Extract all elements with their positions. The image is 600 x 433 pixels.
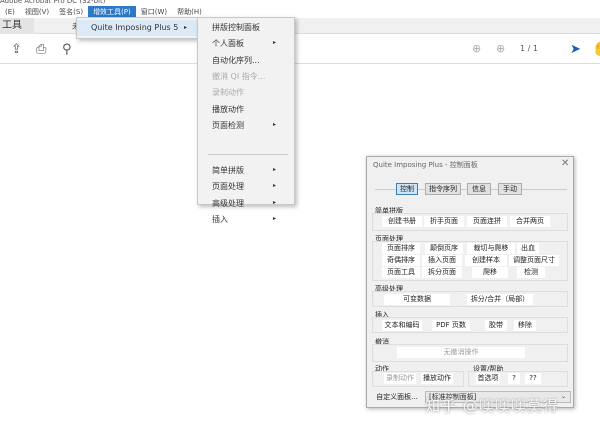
chevron-right-icon: ▸ xyxy=(272,120,276,128)
page-process-button[interactable]: 页面工具 xyxy=(382,267,420,278)
undo-button[interactable]: 无撤消操作 xyxy=(397,347,525,358)
control-panel-dialog: Quite Imposing Plus - 控制面板 ✕ 控制 指令序列 信息 … xyxy=(366,156,574,408)
tape-button[interactable]: 胶带 xyxy=(485,320,507,331)
page-process-button[interactable]: 创建样本 xyxy=(465,255,507,266)
submenu-item[interactable]: 拼版控制面板 xyxy=(212,22,290,33)
fold-pages-button[interactable]: 折手页面 xyxy=(424,216,464,227)
custom-panel-button[interactable]: 自定义面板... xyxy=(373,392,421,403)
submenu-item[interactable]: 播放动作 xyxy=(212,104,290,115)
page-process-button[interactable]: 页面排序 xyxy=(382,243,420,254)
quite-imposing-submenu: 拼版控制面板 个人面板 ▸ 自动化序列... 撤消 QI 指令... 录制动作播放动作页面… xyxy=(197,17,295,224)
chevron-right-icon: ▸ xyxy=(272,214,276,222)
chevron-right-icon: ▸ xyxy=(272,39,276,47)
merge-pages-button[interactable]: 合并两页 xyxy=(510,216,550,227)
variable-data-button[interactable]: 可变数据 xyxy=(384,294,450,305)
submenu-item-label: 播放动作 xyxy=(212,104,244,114)
page-indicator[interactable]: 1 / 1 xyxy=(520,44,538,53)
submenu-item[interactable]: 个人面板 ▸ xyxy=(212,38,290,49)
page-process-button[interactable]: 奇偶排序 xyxy=(382,255,420,266)
preferences-button[interactable]: 首选项 xyxy=(476,373,500,384)
submenu-item[interactable]: 高级处理 ▸ xyxy=(212,198,290,209)
page-process-button[interactable]: 检测 xyxy=(517,267,545,278)
remove-button[interactable]: 移除 xyxy=(514,320,536,331)
page-process-button[interactable]: 拆分页面 xyxy=(422,267,462,278)
submenu-item-label: 自动化序列... xyxy=(212,55,260,65)
submenu-item[interactable]: 页面处理 ▸ xyxy=(212,181,290,192)
tab-control[interactable]: 控制 xyxy=(396,183,418,195)
submenu-item-label: 简单拼版 xyxy=(212,166,244,175)
page-process-button[interactable]: 出血 xyxy=(517,243,539,254)
tab-info[interactable]: 信息 xyxy=(467,183,491,195)
create-booklet-button[interactable]: 创建书册 xyxy=(382,216,422,227)
submenu-item-label: 录制动作 xyxy=(212,88,244,98)
page-total: / 1 xyxy=(527,44,538,53)
search-zoom-icon[interactable]: ⚲ xyxy=(62,42,72,57)
submenu-item[interactable]: 页面检测 ▸ xyxy=(212,120,290,131)
help-more-button[interactable]: ?? xyxy=(525,373,541,384)
record-action-button[interactable]: 录制动作 xyxy=(384,373,416,384)
page-process-button[interactable]: 裁切与爬移 xyxy=(467,243,515,254)
submenu-item[interactable]: 撤消 QI 指令... xyxy=(212,71,290,82)
submenu-item[interactable]: 自动化序列... xyxy=(212,55,290,66)
close-icon[interactable]: ✕ xyxy=(561,158,569,169)
tab-manual[interactable]: 手动 xyxy=(498,183,522,195)
submenu-item[interactable]: 简单拼版 ▸ xyxy=(212,165,290,176)
menu-item-label: Quite Imposing Plus 5 xyxy=(91,23,179,32)
menu-edit[interactable]: (E) xyxy=(0,6,20,18)
plugins-menu: Quite Imposing Plus 5 ▸ xyxy=(76,17,199,39)
submenu-item-label: 页面检测 xyxy=(212,120,244,130)
chevron-right-icon: ▸ xyxy=(272,166,276,173)
help-button[interactable]: ? xyxy=(508,373,520,384)
page-process-button[interactable]: 爬移 xyxy=(472,267,508,278)
chevron-right-icon: ▸ xyxy=(272,182,276,190)
hand-tool-icon[interactable]: ✋ xyxy=(592,42,600,57)
dialog-title: Quite Imposing Plus - 控制面板 xyxy=(373,161,478,169)
print-icon[interactable]: ⎙ xyxy=(36,42,46,57)
upload-icon[interactable]: ⇪ xyxy=(11,42,22,57)
step-repeat-button[interactable]: 页面连拼 xyxy=(467,216,507,227)
menu-view[interactable]: 视图(V) xyxy=(20,6,54,18)
submenu-item-label: 页面处理 xyxy=(212,182,244,192)
page-process-button[interactable]: 颠倒页序 xyxy=(425,243,463,254)
submenu-item[interactable]: 插入 ▸ xyxy=(212,214,290,225)
play-action-button[interactable]: 播放动作 xyxy=(421,373,453,384)
page-process-button[interactable]: 调整页面尺寸 xyxy=(509,255,559,266)
submenu-item-label: 高级处理 xyxy=(212,198,244,208)
text-coding-button[interactable]: 文本和编码 xyxy=(382,320,422,331)
submenu-item-label: 个人面板 xyxy=(212,39,244,49)
menu-item-quite-imposing[interactable]: Quite Imposing Plus 5 ▸ xyxy=(77,20,199,36)
submenu-item-label: 拼版控制面板 xyxy=(212,23,260,32)
submenu-item-label: 插入 xyxy=(212,214,228,224)
pdf-pages-button[interactable]: PDF 页数 xyxy=(432,320,470,331)
split-merge-button[interactable]: 拆分/合并（局部） xyxy=(467,294,533,305)
prev-page-icon[interactable]: ⊕ xyxy=(472,42,481,55)
watermark: 知乎 @噢噢噢莫得 xyxy=(425,397,559,415)
menu-separator xyxy=(208,154,288,155)
page-current[interactable]: 1 xyxy=(520,44,525,53)
submenu-item-label: 撤消 QI 指令... xyxy=(212,71,266,81)
tab-tools[interactable]: 工具 xyxy=(0,18,34,34)
submenu-item[interactable]: 录制动作 xyxy=(212,87,290,98)
next-page-icon[interactable]: ⊕ xyxy=(496,42,505,55)
select-cursor-icon[interactable]: ➤ xyxy=(570,42,581,57)
chevron-right-icon: ▸ xyxy=(272,198,276,206)
tab-sequence[interactable]: 指令序列 xyxy=(425,183,461,195)
chevron-right-icon: ▸ xyxy=(183,24,187,31)
page-process-button[interactable]: 插入页面 xyxy=(422,255,462,266)
chevron-down-icon: ⌄ xyxy=(560,393,566,400)
